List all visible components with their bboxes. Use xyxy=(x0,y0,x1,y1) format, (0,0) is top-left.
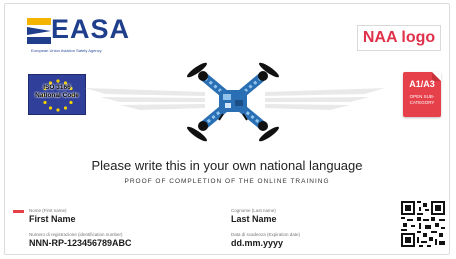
country-flag: ISO 3166 National Code xyxy=(28,74,86,115)
registration-value: NNN-RP-123456789ABC xyxy=(29,238,132,248)
category-subtitle: OPEN SUB-CATEGORY xyxy=(409,94,435,105)
first-name-label: Nome (First name) xyxy=(29,208,67,213)
easa-wordmark: EASA xyxy=(51,14,131,44)
easa-chevron-icon xyxy=(27,18,51,44)
qr-code-icon xyxy=(401,201,445,247)
subline: PROOF OF COMPLETION OF THE ONLINE TRAINI… xyxy=(124,178,330,185)
drone-icon xyxy=(187,62,279,142)
category-title: A1/A3 xyxy=(409,79,435,89)
flag-caption-line2: National Code xyxy=(35,92,79,99)
expiry-label: Data di scadenza (Expiration date) xyxy=(231,232,301,237)
easa-tagline: European Union Aviation Safety Agency xyxy=(31,48,102,53)
flag-caption-line1: ISO 3166 xyxy=(43,84,71,91)
accent-bar xyxy=(13,210,24,213)
flag-caption: ISO 3166 National Code xyxy=(29,84,85,100)
easa-logo: EASA European Union Aviation Safety Agen… xyxy=(27,14,147,56)
last-name-value: Last Name xyxy=(231,214,277,224)
naa-logo-text: NAA logo xyxy=(362,29,436,46)
registration-label: Numero di registrazione (identification … xyxy=(29,232,123,237)
naa-logo: NAA logo xyxy=(357,25,441,51)
first-name-value: First Name xyxy=(29,214,76,224)
category-badge: A1/A3 OPEN SUB-CATEGORY xyxy=(403,72,441,117)
headline: Please write this in your own national l… xyxy=(91,158,363,173)
last-name-label: Cognome (Last name) xyxy=(231,208,276,213)
certificate-card: EASA European Union Aviation Safety Agen… xyxy=(4,3,450,255)
expiry-value: dd.mm.yyyy xyxy=(231,238,284,248)
